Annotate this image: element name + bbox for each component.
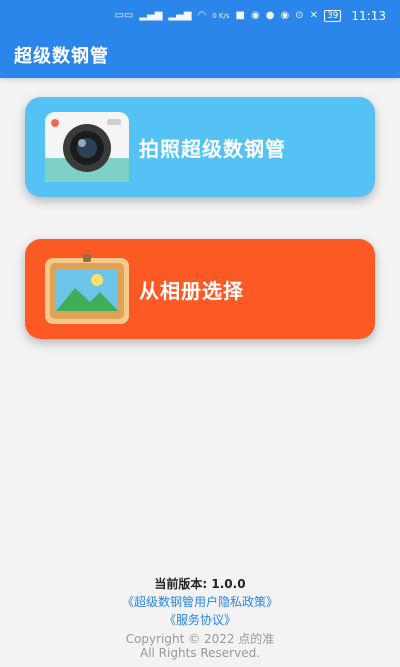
notification-icon: ■ (235, 10, 245, 21)
alarm-icon: ⊙ (295, 10, 304, 21)
take-photo-button[interactable]: 拍照超级数钢管 (25, 97, 375, 197)
take-photo-label: 拍照超级数钢管 (139, 136, 286, 161)
choose-from-album-label: 从相册选择 (139, 278, 244, 303)
choose-from-album-button[interactable]: 从相册选择 (25, 239, 375, 339)
picture-frame-icon (45, 254, 129, 324)
camera-icon (45, 112, 129, 182)
app-notification-icon: ◉ (250, 10, 260, 21)
status-time: 11:13 (351, 9, 386, 23)
message-icon: ● (265, 10, 275, 21)
page-title: 超级数钢管 (14, 46, 109, 67)
mute-icon: ✕ (309, 10, 318, 21)
eye-icon: ◉ (280, 10, 290, 21)
signal-icon-2: ▂▄▆ (168, 10, 192, 21)
signal-icon: ▂▄▆ (139, 10, 163, 21)
battery-level: 39 (323, 10, 342, 22)
sim-icon: ▭▭ (114, 10, 134, 21)
privacy-policy-link[interactable]: 《超级数钢管用户隐私政策》 (0, 594, 400, 610)
network-speed: 0 K/s (212, 12, 230, 20)
service-agreement-link[interactable]: 《服务协议》 (0, 612, 400, 628)
app-bar: 超级数钢管 (0, 32, 400, 78)
version-text: 当前版本: 1.0.0 (154, 577, 246, 591)
wifi-icon: ◠ (197, 10, 207, 21)
status-bar: ▭▭ ▂▄▆ ▂▄▆ ◠ 0 K/s ■ ◉ ● ◉ ⊙ ✕ 39 11:13 (0, 0, 400, 32)
rights-text: All Rights Reserved. (139, 646, 261, 660)
